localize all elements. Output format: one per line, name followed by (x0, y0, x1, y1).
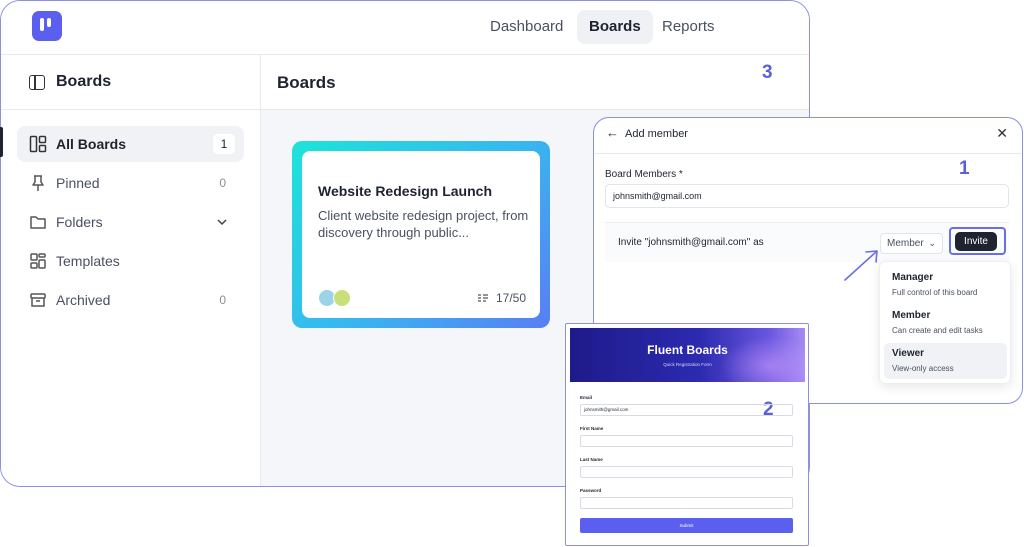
board-description: Client website redesign project, from di… (318, 208, 529, 240)
password-label: Password (580, 488, 602, 493)
invite-text: Invite "johnsmith@gmail.com" as (618, 237, 764, 248)
member-email-input[interactable]: johnsmith@gmail.com (605, 184, 1009, 208)
count-badge: 1 (213, 134, 235, 154)
page-title: Boards (277, 73, 336, 92)
sidebar-header: Boards (1, 55, 260, 110)
sidebar-panel-icon[interactable] (29, 75, 45, 90)
first-name-field[interactable] (580, 435, 793, 447)
board-card[interactable]: Website Redesign Launch Client website r… (292, 141, 550, 328)
form-subtitle: Quick Registration Form (663, 362, 712, 367)
panel-header: ← Add member ✕ (594, 118, 1022, 154)
folder-icon (30, 216, 46, 229)
role-dropdown: Manager Full control of this board Membe… (879, 261, 1011, 384)
role-option-manager[interactable]: Manager Full control of this board (884, 267, 1007, 303)
role-name: Manager (892, 272, 934, 283)
role-select-value: Member (887, 238, 924, 249)
sidebar-item-label: Archived (56, 292, 111, 308)
sidebar: Boards All Boards 1 Pinned 0 Folders Tem… (1, 55, 261, 486)
board-members-label: Board Members * (605, 169, 683, 180)
avatar[interactable] (333, 289, 351, 307)
callout-number-1: 1 (959, 158, 970, 179)
role-description: Can create and edit tasks (892, 326, 983, 335)
role-option-member[interactable]: Member Can create and edit tasks (884, 305, 1007, 341)
callout-arrow-icon (844, 250, 878, 281)
sidebar-item-label: Templates (56, 253, 120, 269)
sidebar-item-templates[interactable]: Templates (17, 243, 244, 279)
top-bar: Dashboard Boards Reports (1, 1, 809, 55)
role-select[interactable]: Member ⌄ (880, 233, 943, 254)
callout-number-3: 3 (762, 62, 773, 83)
sidebar-item-all-boards[interactable]: All Boards 1 (17, 126, 244, 162)
sidebar-item-label: Folders (56, 214, 103, 230)
back-arrow-icon[interactable]: ← (606, 125, 619, 140)
chevron-down-icon: ⌄ (928, 238, 936, 248)
first-name-label: First Name (580, 426, 604, 431)
sidebar-item-archived[interactable]: Archived 0 (17, 282, 244, 318)
chevron-down-icon[interactable] (216, 217, 228, 227)
email-field[interactable]: johnsmith@gmail.com (580, 404, 793, 416)
registration-form: Fluent Boards Quick Registration Form 2 … (565, 323, 809, 546)
close-icon[interactable]: ✕ (996, 125, 1008, 142)
archive-icon (30, 293, 46, 307)
invite-button[interactable]: Invite (955, 232, 997, 251)
pin-icon (32, 175, 44, 191)
panel-title: Add member (625, 128, 688, 140)
main-header: Boards (261, 55, 809, 110)
last-name-label: Last Name (580, 457, 603, 462)
app-logo[interactable] (32, 11, 62, 41)
board-card-body: Website Redesign Launch Client website r… (302, 151, 540, 318)
count-badge: 0 (219, 176, 226, 190)
role-description: View-only access (892, 364, 954, 373)
role-name: Viewer (892, 348, 925, 359)
board-title: Website Redesign Launch (318, 183, 492, 199)
form-banner: Fluent Boards Quick Registration Form (570, 328, 805, 382)
task-count: 17/50 (495, 291, 526, 305)
sidebar-item-pinned[interactable]: Pinned 0 (17, 165, 244, 201)
task-list-icon (478, 294, 488, 302)
password-field[interactable] (580, 497, 793, 509)
grid-icon (29, 135, 47, 153)
role-description: Full control of this board (892, 288, 978, 297)
role-option-viewer[interactable]: Viewer View-only access (884, 343, 1007, 379)
last-name-field[interactable] (580, 466, 793, 478)
sidebar-item-label: All Boards (56, 136, 127, 152)
submit-button[interactable]: Submit (580, 518, 793, 533)
role-name: Member (892, 310, 931, 321)
nav-boards[interactable]: Boards (577, 10, 653, 44)
nav-reports[interactable]: Reports (650, 10, 727, 44)
email-label: Email (580, 395, 593, 400)
nav-dashboard[interactable]: Dashboard (478, 10, 575, 44)
templates-icon (30, 253, 46, 269)
active-indicator (0, 127, 3, 157)
sidebar-item-label: Pinned (56, 175, 100, 191)
sidebar-title: Boards (56, 73, 112, 90)
form-title: Fluent Boards (647, 343, 728, 357)
count-badge: 0 (219, 293, 226, 307)
sidebar-item-folders[interactable]: Folders (17, 204, 244, 240)
